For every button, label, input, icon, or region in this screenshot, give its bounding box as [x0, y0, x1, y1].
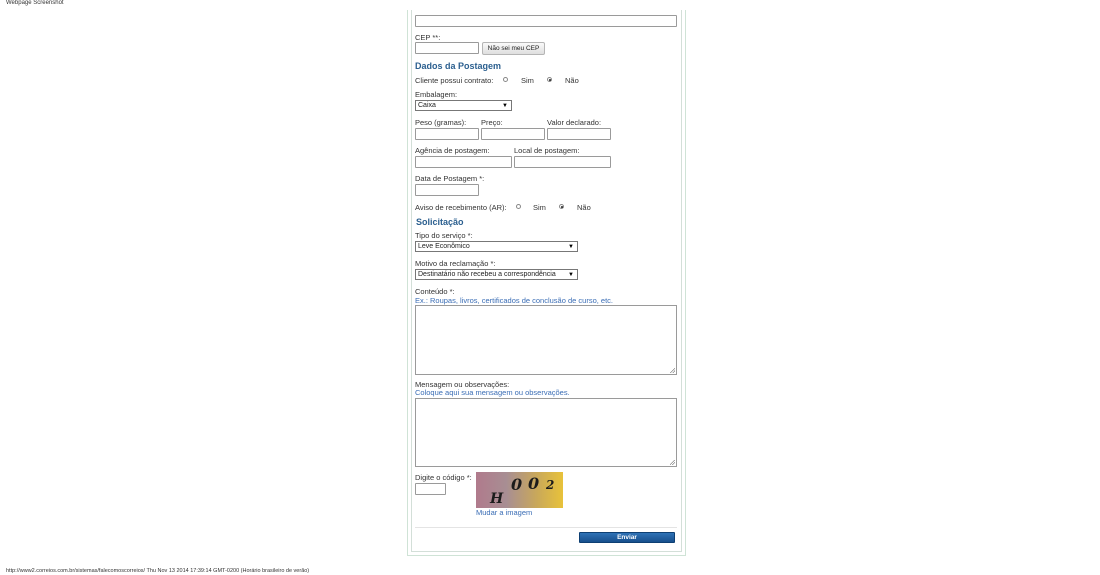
aviso-sim-radio[interactable] — [516, 204, 521, 209]
captcha-char: H — [490, 491, 504, 507]
contrato-nao-radio[interactable] — [547, 77, 552, 82]
chevron-down-icon: ▼ — [568, 272, 574, 278]
mensagem-textarea[interactable] — [415, 398, 677, 467]
cep-label: CEP **: — [415, 33, 441, 42]
aviso-sim-label: Sim — [533, 203, 546, 212]
local-label: Local de postagem: — [514, 146, 580, 155]
resize-handle-icon[interactable] — [670, 460, 675, 465]
contrato-sim-label: Sim — [521, 76, 534, 85]
cep-input[interactable] — [415, 42, 479, 54]
embalagem-value: Caixa — [418, 102, 436, 109]
embalagem-select[interactable]: Caixa ▼ — [415, 100, 512, 111]
agencia-input[interactable] — [415, 156, 512, 168]
motivo-select[interactable]: Destinatário não recebeu a correspondênc… — [415, 269, 578, 280]
contrato-label: Cliente possui contrato: — [415, 76, 494, 85]
address-complement-input[interactable] — [415, 15, 677, 27]
motivo-label: Motivo da reclamação *: — [415, 259, 496, 268]
embalagem-label: Embalagem: — [415, 90, 458, 99]
resize-handle-icon[interactable] — [670, 368, 675, 373]
captcha-char: 0 — [528, 474, 540, 493]
aviso-nao-label: Não — [577, 203, 591, 212]
solicitacao-heading: Solicitação — [416, 217, 464, 227]
mensagem-hint: Coloque aqui sua mensagem ou observações… — [415, 388, 570, 397]
submit-button[interactable]: Enviar — [579, 532, 675, 543]
captcha-image: H 0 0 2 — [476, 472, 563, 508]
tipo-servico-label: Tipo do serviço *: — [415, 231, 473, 240]
local-input[interactable] — [514, 156, 611, 168]
peso-label: Peso (gramas): — [415, 118, 467, 127]
screenshot-title: Webpage Screenshot — [6, 0, 64, 6]
valor-label: Valor declarado: — [547, 118, 602, 127]
chevron-down-icon: ▼ — [502, 103, 508, 109]
divider — [415, 527, 677, 528]
valor-input[interactable] — [547, 128, 611, 140]
captcha-char: 0 — [511, 475, 523, 494]
agencia-label: Agência de postagem: — [415, 146, 490, 155]
aviso-nao-radio[interactable] — [559, 204, 564, 209]
peso-input[interactable] — [415, 128, 479, 140]
page-url-footer: http://www2.correios.com.br/sistemas/fal… — [6, 568, 310, 574]
data-postagem-label: Data de Postagem *: — [415, 174, 485, 183]
find-cep-button[interactable]: Não sei meu CEP — [482, 42, 545, 55]
contrato-sim-radio[interactable] — [503, 77, 508, 82]
tipo-servico-select[interactable]: Leve Econômico ▼ — [415, 241, 578, 252]
motivo-value: Destinatário não recebeu a correspondênc… — [418, 271, 556, 278]
conteudo-label: Conteúdo *: — [415, 287, 455, 296]
preco-label: Preço: — [481, 118, 503, 127]
postagem-heading: Dados da Postagem — [415, 61, 502, 71]
conteudo-textarea[interactable] — [415, 305, 677, 375]
contrato-nao-label: Não — [565, 76, 579, 85]
tipo-servico-value: Leve Econômico — [418, 243, 470, 250]
captcha-input[interactable] — [415, 483, 446, 495]
conteudo-hint: Ex.: Roupas, livros, certificados de con… — [415, 296, 614, 305]
data-postagem-input[interactable] — [415, 184, 479, 196]
chevron-down-icon: ▼ — [568, 244, 574, 250]
change-captcha-link[interactable]: Mudar a imagem — [476, 508, 532, 517]
captcha-char: 2 — [546, 478, 555, 492]
aviso-label: Aviso de recebimento (AR): — [415, 203, 507, 212]
captcha-label: Digite o código *: — [415, 473, 472, 482]
preco-input[interactable] — [481, 128, 545, 140]
